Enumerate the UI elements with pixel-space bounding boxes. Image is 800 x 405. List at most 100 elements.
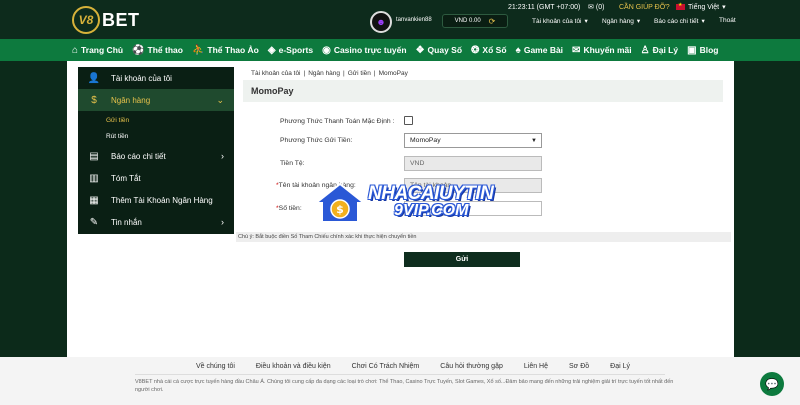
mailbox-button[interactable]: ✉ (0) — [588, 3, 605, 12]
breadcrumb-item[interactable]: Ngân hàng — [308, 70, 340, 77]
submit-button[interactable]: Gửi — [404, 252, 520, 267]
currency-field: VND — [404, 156, 542, 171]
nav-label: Thể Thao Ảo — [207, 45, 259, 55]
nav-label: Thể thao — [147, 45, 183, 55]
header-account-area: 21:23:11 (GMT +07:00) ✉ (0) CẦN GIÚP ĐỠ?… — [360, 0, 800, 39]
top-header: V8 BET 21:23:11 (GMT +07:00) ✉ (0) CẦN G… — [0, 0, 800, 39]
menu-reports[interactable]: Báo cáo chi tiết ▾ — [654, 17, 705, 26]
default-method-label: Phương Thức Thanh Toán Mặc Định : — [280, 118, 395, 125]
nav-virtual-sports[interactable]: ⛹ Thể Thao Ảo — [192, 45, 259, 56]
breadcrumb-separator: | — [343, 69, 345, 77]
virtual-sport-icon: ⛹ — [191, 44, 205, 56]
sidebar-item-add-bank[interactable]: ▦ Thêm Tài Khoản Ngân Hàng — [78, 189, 234, 211]
lotto-ball-icon: ❂ — [471, 44, 480, 56]
nav-casino[interactable]: ◉ Casino trực tuyến — [322, 45, 407, 56]
cards-icon: ♠ — [515, 44, 521, 56]
nav-label: Trang Chủ — [81, 45, 124, 55]
nav-promotions[interactable]: ✉ Khuyến mãi — [572, 45, 632, 56]
sidebar-item-label: Tin nhắn — [111, 217, 142, 227]
chevron-down-icon: ▾ — [701, 18, 705, 25]
dollar-circle-icon: $ — [91, 94, 97, 106]
username: tanvankien88 — [396, 17, 432, 23]
nav-blog[interactable]: ▣ Blog — [687, 45, 718, 56]
footer-link-agent[interactable]: Đại Lý — [610, 363, 630, 370]
chevron-right-icon: › — [221, 151, 224, 161]
footer-link-about[interactable]: Về chúng tôi — [196, 363, 235, 370]
balance-display: VND 0.00 ⟳ — [442, 14, 508, 28]
svg-text:$: $ — [336, 203, 344, 216]
sidebar-sub-withdraw[interactable]: Rút tiền — [78, 128, 234, 144]
site-logo[interactable]: V8 BET — [72, 5, 140, 35]
menu-reports-label: Báo cáo chi tiết — [654, 17, 699, 25]
sidebar-item-banking[interactable]: $ Ngân hàng ⌄ — [78, 89, 234, 111]
nav-label: e-Sports — [278, 45, 314, 55]
sidebar-sub-deposit[interactable]: Gửi tiền — [78, 112, 234, 128]
sidebar-item-reports[interactable]: ▤ Báo cáo chi tiết › — [78, 145, 234, 167]
refresh-icon[interactable]: ⟳ — [489, 17, 496, 26]
sidebar-item-summary[interactable]: ▥ Tóm Tắt — [78, 167, 234, 189]
help-link[interactable]: CẦN GIÚP ĐỠ? — [619, 4, 670, 11]
nav-lotto[interactable]: ❂ Xổ Số — [471, 45, 506, 56]
nav-sports[interactable]: ⚽ Thể thao — [132, 45, 183, 56]
sidebar-item-messages[interactable]: ✎ Tin nhắn › — [78, 211, 234, 233]
footer-link-faq[interactable]: Câu hỏi thường gặp — [440, 363, 503, 370]
agent-icon: ♙ — [640, 44, 650, 56]
main-nav: ⌂ Trang Chủ ⚽ Thể thao ⛹ Thể Thao Ảo ◈ e-Spo… — [0, 39, 800, 61]
default-method-checkbox[interactable] — [404, 116, 413, 125]
user-icon: 👤 — [87, 72, 101, 84]
breadcrumb-separator: | — [303, 69, 306, 77]
balance-value: VND 0.00 — [454, 18, 481, 24]
footer-link-responsible[interactable]: Chơi Có Trách Nhiệm — [352, 363, 420, 370]
nav-esports[interactable]: ◈ e-Sports — [268, 45, 313, 56]
logo-mark: V8 — [72, 6, 100, 34]
nav-label: Casino trực tuyến — [333, 45, 407, 55]
nav-label: Blog — [699, 45, 719, 55]
footer-link-contact[interactable]: Liên Hệ — [524, 363, 548, 370]
nav-label: Đại Lý — [652, 45, 679, 55]
chevron-right-icon: › — [221, 217, 224, 227]
avatar[interactable]: ☻ — [370, 11, 392, 33]
footer-link-sitemap[interactable]: Sơ Đồ — [569, 363, 589, 370]
amount-label: *Số tiền: — [276, 205, 302, 212]
sidebar-item-label: Tài khoản của tôi — [111, 73, 172, 83]
nav-label: Khuyến mãi — [583, 45, 632, 55]
nav-agent[interactable]: ♙ Đại Lý — [641, 45, 678, 56]
deposit-method-select[interactable]: MomoPay ▼ — [404, 133, 542, 148]
casino-chip-icon: ◉ — [322, 44, 331, 56]
bank-icon: ▦ — [89, 194, 99, 206]
sidebar-item-label: Báo cáo chi tiết — [111, 151, 166, 161]
deposit-method-label: Phương Thức Gửi Tiền: — [280, 137, 353, 144]
footer: Về chúng tôi Điều khoản và điều kiện Chơ… — [0, 357, 800, 405]
breadcrumb-item[interactable]: Gửi tiền — [348, 70, 371, 77]
language-label: Tiếng Việt — [688, 3, 720, 11]
menu-my-account-label: Tài khoản của tôi — [532, 17, 582, 25]
report-icon: ▤ — [89, 150, 99, 162]
nav-label: Xổ Số — [482, 45, 507, 55]
logout-button[interactable]: Thoát — [719, 17, 736, 24]
footer-link-terms[interactable]: Điều khoản và điều kiện — [256, 363, 331, 370]
account-sidebar: 👤 Tài khoản của tôi $ Ngân hàng ⌄ Gửi ti… — [78, 67, 234, 234]
deposit-method-value: MomoPay — [410, 137, 441, 144]
reference-note: Chú ý: Bắt buộc điền Số Tham Chiếu chính… — [236, 232, 731, 242]
vietnam-flag-icon — [676, 2, 685, 10]
sidebar-item-label: Ngân hàng — [111, 95, 151, 105]
menu-my-account[interactable]: Tài khoản của tôi ▾ — [532, 17, 588, 26]
sidebar-item-label: Tóm Tắt — [111, 173, 141, 183]
menu-banking-label: Ngân hàng — [602, 17, 634, 25]
home-icon: ⌂ — [72, 44, 79, 56]
watermark-line2: 9VIP.COM — [394, 202, 469, 219]
nav-label: Game Bài — [523, 45, 564, 55]
menu-banking[interactable]: Ngân hàng ▾ — [602, 17, 640, 26]
chevron-down-icon: ▾ — [722, 4, 726, 11]
nav-card-games[interactable]: ♠ Game Bài — [516, 45, 564, 56]
sidebar-item-my-account[interactable]: 👤 Tài khoản của tôi — [78, 67, 234, 89]
breadcrumb-item: MomoPay — [378, 69, 408, 77]
nav-home[interactable]: ⌂ Trang Chủ — [72, 45, 123, 56]
breadcrumb-item[interactable]: Tài khoản của tôi — [251, 70, 301, 77]
live-chat-button[interactable]: 💬 — [760, 372, 784, 396]
breadcrumb: Tài khoản của tôi | Ngân hàng | Gửi tiền | … — [243, 67, 723, 79]
footer-description: V8BET nhà cái cá cược trực tuyến hàng đầ… — [135, 379, 674, 393]
mail-count: (0) — [595, 3, 605, 11]
language-selector[interactable]: Tiếng Việt ▾ — [676, 2, 726, 11]
nav-lottery-spin[interactable]: ❖ Quay Số — [416, 45, 462, 56]
